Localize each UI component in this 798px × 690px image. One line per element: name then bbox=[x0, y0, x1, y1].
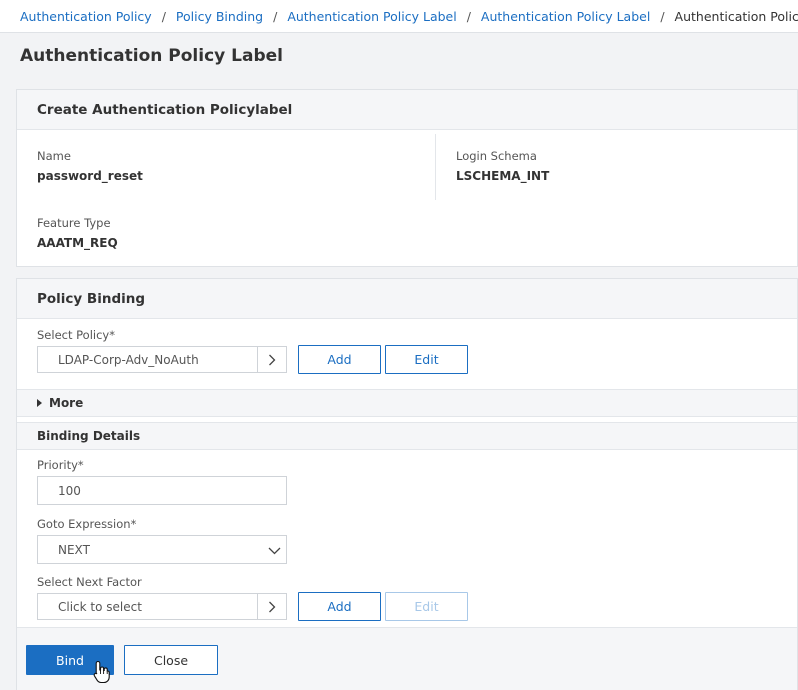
breadcrumb-separator: / bbox=[660, 8, 665, 24]
breadcrumb-current: Authentication Policy Label bbox=[674, 8, 798, 24]
create-policylabel-panel: Create Authentication Policylabel Name p… bbox=[16, 89, 798, 267]
select-policy-value: LDAP-Corp-Adv_NoAuth bbox=[58, 352, 199, 367]
caret-right-icon bbox=[37, 399, 42, 407]
select-policy-picker[interactable]: LDAP-Corp-Adv_NoAuth bbox=[37, 346, 287, 373]
binding-details-label: Binding Details bbox=[37, 429, 141, 443]
breadcrumb-authentication-policy-label-1[interactable]: Authentication Policy Label bbox=[287, 9, 456, 24]
edit-next-factor-button: Edit bbox=[385, 592, 468, 621]
priority-label: Priority* bbox=[37, 458, 84, 472]
goto-expression-label: Goto Expression* bbox=[37, 517, 137, 531]
select-policy-label: Select Policy* bbox=[37, 328, 115, 342]
page-title: Authentication Policy Label bbox=[0, 33, 798, 79]
login-schema-value: LSCHEMA_INT bbox=[456, 169, 550, 183]
policy-binding-title: Policy Binding bbox=[17, 279, 797, 319]
feature-type-label: Feature Type bbox=[37, 216, 111, 230]
feature-type-value: AAATM_REQ bbox=[37, 236, 118, 250]
breadcrumb-authentication-policy[interactable]: Authentication Policy bbox=[20, 9, 152, 24]
chevron-down-icon bbox=[268, 544, 281, 558]
policy-binding-panel: Policy Binding Select Policy* LDAP-Corp-… bbox=[16, 278, 798, 690]
more-label: More bbox=[49, 396, 84, 410]
breadcrumb-separator: / bbox=[161, 8, 166, 24]
column-divider bbox=[435, 134, 436, 200]
edit-policy-button[interactable]: Edit bbox=[385, 345, 468, 374]
action-footer: Bind Close bbox=[17, 627, 797, 690]
goto-expression-select[interactable]: NEXT bbox=[37, 535, 287, 564]
next-factor-label: Select Next Factor bbox=[37, 575, 142, 589]
binding-details-header: Binding Details bbox=[17, 422, 797, 450]
close-button[interactable]: Close bbox=[124, 645, 218, 675]
name-value: password_reset bbox=[37, 169, 143, 183]
login-schema-label: Login Schema bbox=[456, 149, 537, 163]
breadcrumb-policy-binding[interactable]: Policy Binding bbox=[176, 9, 263, 24]
breadcrumb-separator: / bbox=[273, 8, 278, 24]
goto-expression-value: NEXT bbox=[58, 542, 90, 557]
next-factor-placeholder: Click to select bbox=[58, 599, 142, 614]
hand-cursor-icon bbox=[93, 660, 111, 687]
more-toggle[interactable]: More bbox=[17, 389, 797, 417]
breadcrumb: Authentication Policy / Policy Binding /… bbox=[0, 0, 798, 33]
add-policy-button[interactable]: Add bbox=[298, 345, 381, 374]
add-next-factor-button[interactable]: Add bbox=[298, 592, 381, 621]
chevron-right-icon[interactable] bbox=[257, 347, 286, 372]
priority-input[interactable]: 100 bbox=[37, 476, 287, 505]
name-label: Name bbox=[37, 149, 71, 163]
chevron-right-icon[interactable] bbox=[257, 594, 286, 619]
create-panel-title: Create Authentication Policylabel bbox=[17, 90, 797, 130]
breadcrumb-authentication-policy-label-2[interactable]: Authentication Policy Label bbox=[481, 9, 650, 24]
breadcrumb-separator: / bbox=[466, 8, 471, 24]
next-factor-picker[interactable]: Click to select bbox=[37, 593, 287, 620]
